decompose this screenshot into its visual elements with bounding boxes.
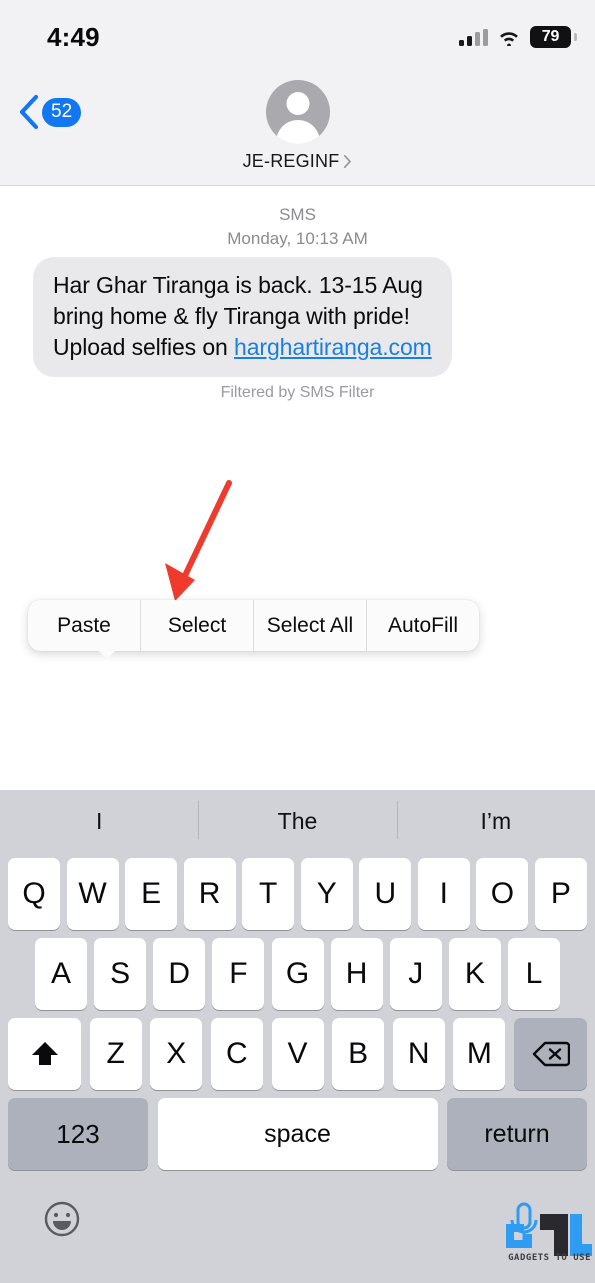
- suggestion-1[interactable]: I: [0, 792, 198, 850]
- key-space[interactable]: space: [157, 1098, 438, 1170]
- key-u[interactable]: U: [359, 858, 412, 930]
- shift-arrow-up-icon[interactable]: [8, 1018, 81, 1090]
- emoji-glyph: [44, 1201, 80, 1237]
- key-x[interactable]: X: [150, 1018, 203, 1090]
- message-line-1: Har Ghar Tiranga is back. 13-15 Aug: [53, 272, 423, 298]
- key-b[interactable]: B: [332, 1018, 385, 1090]
- key-o[interactable]: O: [476, 858, 529, 930]
- menu-item-select[interactable]: Select: [141, 600, 254, 651]
- cellular-signal-icon: [459, 28, 488, 46]
- key-a[interactable]: A: [35, 938, 87, 1010]
- keyboard-row-2: A S D F G H J K L: [35, 938, 560, 1010]
- emoji-smiley-icon[interactable]: [43, 1200, 81, 1238]
- status-bar-time: 4:49: [47, 22, 100, 52]
- key-n[interactable]: N: [392, 1018, 445, 1090]
- contact-name: JE-REGINF: [242, 151, 340, 171]
- navigation-header: 52 JE-REGINF: [0, 72, 595, 186]
- key-return[interactable]: return: [447, 1098, 587, 1170]
- key-z[interactable]: Z: [89, 1018, 142, 1090]
- keyboard-row-1: Q W E R T Y U I O P: [8, 858, 587, 930]
- suggestion-3[interactable]: I’m: [396, 792, 595, 850]
- key-f[interactable]: F: [212, 938, 265, 1010]
- key-g[interactable]: G: [271, 938, 324, 1010]
- status-bar-indicators: 79: [459, 26, 577, 48]
- key-r[interactable]: R: [183, 858, 236, 930]
- keyboard-row-3: Z X C V B N M: [8, 1018, 587, 1090]
- key-e[interactable]: E: [125, 858, 178, 930]
- key-p[interactable]: P: [534, 858, 587, 930]
- incoming-message-text: Har Ghar Tiranga is back. 13-15 Aug brin…: [53, 270, 432, 363]
- key-w[interactable]: W: [66, 858, 119, 930]
- keyboard-row-4: 123 space return: [8, 1098, 587, 1170]
- key-d[interactable]: D: [153, 938, 206, 1010]
- compose-row: Har Ghar Tiranga is back. 13-15 Aug brin…: [0, 655, 595, 790]
- key-k[interactable]: K: [448, 938, 501, 1010]
- context-menu-pointer: [96, 648, 118, 659]
- message-link[interactable]: harghartiranga.com: [234, 334, 432, 360]
- incoming-message-bubble[interactable]: Har Ghar Tiranga is back. 13-15 Aug brin…: [27, 257, 452, 377]
- menu-item-paste[interactable]: Paste: [28, 600, 141, 651]
- menu-item-select-all[interactable]: Select All: [254, 600, 367, 651]
- key-h[interactable]: H: [330, 938, 383, 1010]
- key-s[interactable]: S: [94, 938, 147, 1010]
- delete-glyph: [532, 1041, 570, 1067]
- key-i[interactable]: I: [417, 858, 470, 930]
- phone-screen: 4:49 79 52 JE-REGINF SMS Monday, 10:13 A…: [0, 0, 595, 1283]
- chevron-right-icon: [344, 154, 352, 169]
- service-label: SMS: [279, 205, 316, 224]
- filtered-by-note: Filtered by SMS Filter: [220, 384, 375, 401]
- message-timestamp: Monday, 10:13 AM: [227, 229, 368, 248]
- key-c[interactable]: C: [210, 1018, 263, 1090]
- wifi-icon: [500, 32, 518, 46]
- key-j[interactable]: J: [389, 938, 442, 1010]
- text-context-menu: Paste Select Select All AutoFill: [28, 600, 479, 651]
- shift-glyph: [31, 1042, 58, 1065]
- virtual-keyboard: I The I’m Q W E R T Y U I O P A S D F G …: [0, 790, 595, 1283]
- delete-backspace-icon[interactable]: [514, 1018, 587, 1090]
- contact-header[interactable]: JE-REGINF: [0, 80, 595, 172]
- message-line-3-prefix: Upload selfies on: [53, 334, 235, 360]
- suggestion-2[interactable]: The: [198, 792, 396, 850]
- contact-name-row: JE-REGINF: [243, 151, 353, 172]
- predictive-suggestion-bar: I The I’m: [0, 792, 595, 850]
- watermark-text: GADGETS TO USE: [508, 1253, 591, 1263]
- key-y[interactable]: Y: [300, 858, 353, 930]
- key-v[interactable]: V: [271, 1018, 324, 1090]
- menu-item-autofill[interactable]: AutoFill: [367, 600, 479, 651]
- key-l[interactable]: L: [508, 938, 560, 1010]
- status-bar: 4:49 79: [0, 0, 595, 72]
- key-m[interactable]: M: [453, 1018, 506, 1090]
- key-numbers[interactable]: 123: [8, 1098, 148, 1170]
- message-line-2: bring home & fly Tiranga with pride!: [53, 303, 410, 329]
- battery-percent: 79: [541, 28, 560, 45]
- key-t[interactable]: T: [242, 858, 295, 930]
- person-avatar-icon: [265, 80, 330, 144]
- key-q[interactable]: Q: [8, 858, 60, 930]
- battery-icon: 79: [530, 26, 577, 48]
